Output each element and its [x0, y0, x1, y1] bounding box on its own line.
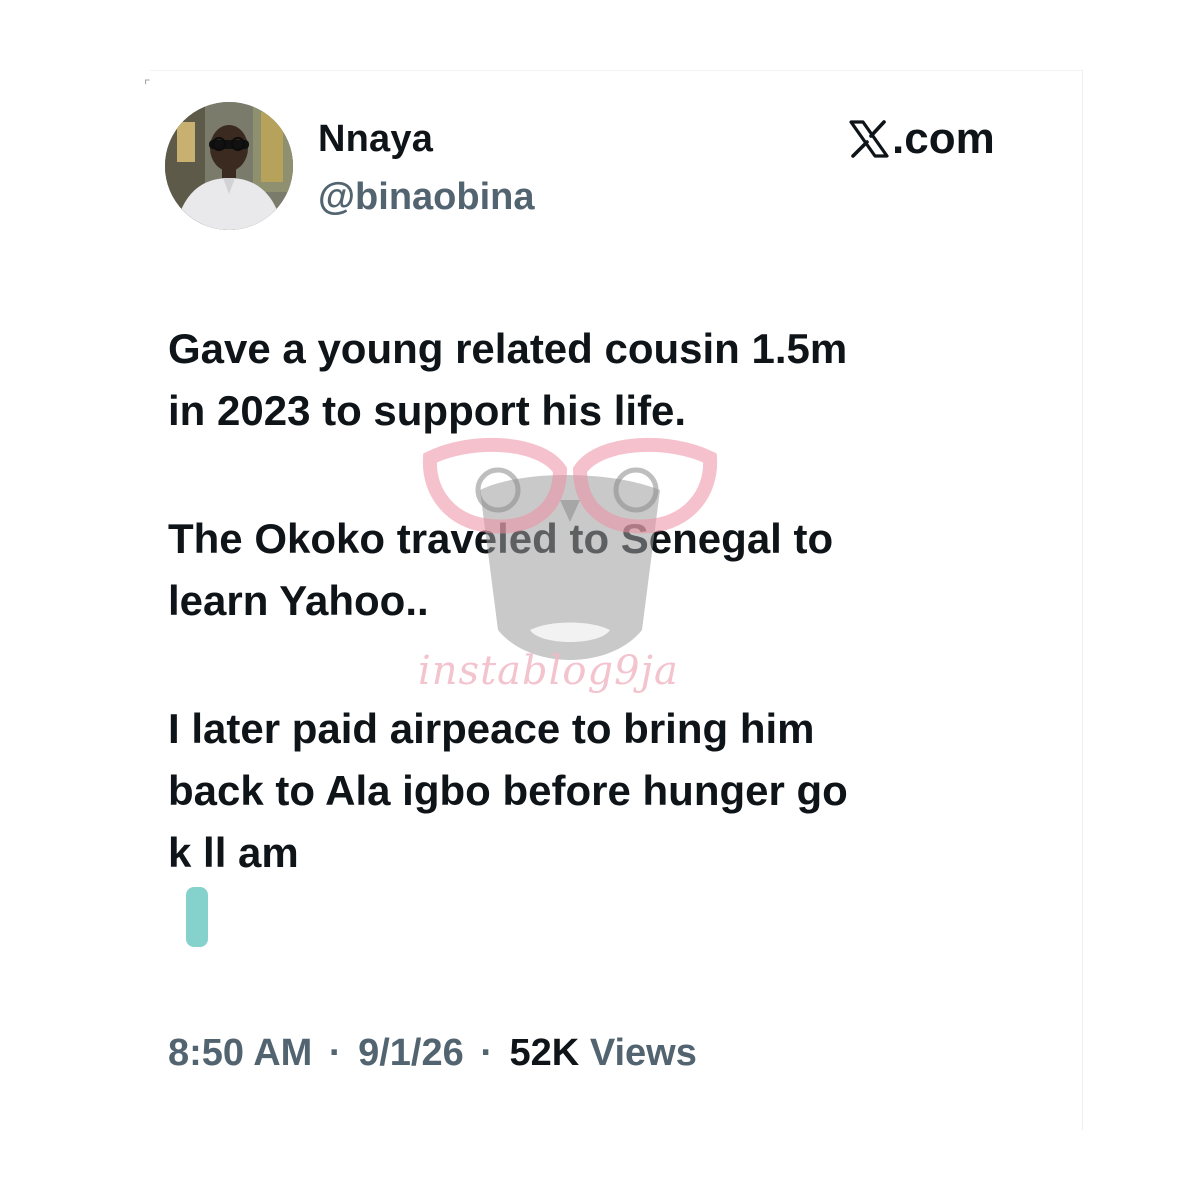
- meta-separator: ·: [328, 1032, 342, 1074]
- tweet-time[interactable]: 8:50 AM: [168, 1032, 312, 1074]
- tweet-text: Gave a young related cousin 1.5m in 2023…: [168, 318, 1068, 950]
- x-logo-icon: [849, 120, 889, 158]
- tweet-paragraph: Gave a young related cousin 1.5m in 2023…: [168, 325, 848, 434]
- tweet-meta: 8:50 AM · 9/1/26 · 52K Views: [168, 1032, 697, 1075]
- card-border-right: [1082, 70, 1083, 1130]
- views-count[interactable]: 52K: [510, 1032, 580, 1074]
- censor-highlight: [186, 887, 208, 947]
- crop-mark: ⌜: [144, 77, 151, 93]
- avatar[interactable]: [165, 102, 293, 230]
- source-label: .com: [892, 114, 995, 163]
- watermark-text: instablog9ja: [418, 648, 679, 694]
- avatar-photo-icon: [165, 102, 293, 230]
- tweet-paragraph: The Okoko traveled to Senegal to learn Y…: [168, 515, 834, 624]
- card-border-top: [150, 70, 1082, 71]
- tweet-paragraph: I later paid airpeace to bring him back …: [168, 705, 848, 876]
- tweet-date[interactable]: 9/1/26: [358, 1032, 464, 1074]
- author-display-name[interactable]: Nnaya: [318, 118, 433, 161]
- author-handle[interactable]: @binaobina: [318, 176, 535, 219]
- meta-separator: ·: [480, 1032, 493, 1074]
- source-brand: .com: [848, 114, 995, 164]
- tweet-screenshot: ⌜ Nnaya @binaobina .com Gave a young rel…: [0, 0, 1200, 1200]
- views-label: Views: [589, 1032, 697, 1074]
